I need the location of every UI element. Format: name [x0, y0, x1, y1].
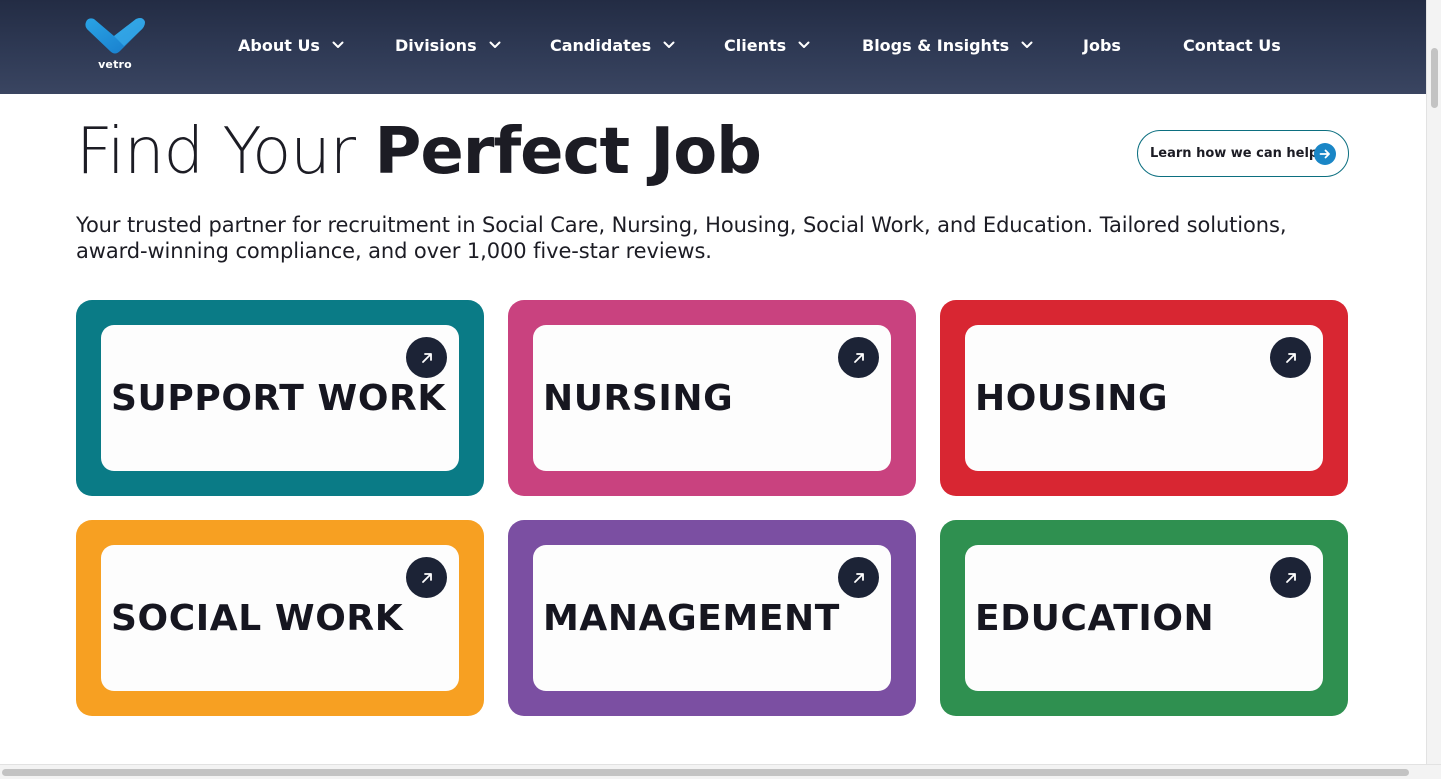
arrow-up-right-icon[interactable]: [1270, 557, 1311, 598]
card-title: HOUSING: [975, 378, 1169, 419]
nav-divisions[interactable]: Divisions: [395, 33, 501, 57]
page-title-light: Find Your: [76, 115, 375, 189]
category-card-social-work[interactable]: SOCIAL WORK: [76, 520, 484, 716]
category-card-education[interactable]: EDUCATION: [940, 520, 1348, 716]
page-title: Find Your Perfect Job: [76, 112, 762, 192]
page-title-bold: Perfect Job: [374, 115, 762, 189]
nav-label: Contact Us: [1183, 35, 1281, 55]
nav-contact-us[interactable]: Contact Us: [1183, 33, 1281, 57]
chevron-down-icon: [663, 41, 675, 49]
logo-text: vetro: [98, 58, 132, 71]
nav-blogs-insights[interactable]: Blogs & Insights: [862, 33, 1033, 57]
chevron-down-icon: [489, 41, 501, 49]
vertical-scrollbar-thumb[interactable]: [1431, 48, 1438, 108]
nav-label: Clients: [724, 35, 787, 55]
horizontal-scrollbar[interactable]: [0, 764, 1441, 779]
arrow-up-right-icon[interactable]: [838, 557, 879, 598]
card-inner: SUPPORT WORK: [101, 325, 459, 471]
card-title: SOCIAL WORK: [111, 598, 404, 639]
arrow-up-right-icon[interactable]: [838, 337, 879, 378]
card-title: EDUCATION: [975, 598, 1215, 639]
nav-label: Candidates: [550, 35, 652, 55]
nav-label: Divisions: [395, 35, 477, 55]
vetro-logo-icon: [85, 18, 145, 54]
nav-about-us[interactable]: About Us: [238, 33, 344, 57]
nav-label: Blogs & Insights: [862, 35, 1010, 55]
category-card-support-work[interactable]: SUPPORT WORK: [76, 300, 484, 496]
card-inner: NURSING: [533, 325, 891, 471]
arrow-right-icon: [1314, 143, 1336, 165]
chevron-down-icon: [332, 41, 344, 49]
card-inner: MANAGEMENT: [533, 545, 891, 691]
card-inner: SOCIAL WORK: [101, 545, 459, 691]
nav-label: About Us: [238, 35, 320, 55]
learn-how-we-can-help-button[interactable]: Learn how we can help: [1137, 130, 1349, 177]
chevron-down-icon: [1021, 41, 1033, 49]
arrow-up-right-icon[interactable]: [406, 337, 447, 378]
category-card-management[interactable]: MANAGEMENT: [508, 520, 916, 716]
card-inner: HOUSING: [965, 325, 1323, 471]
nav-jobs[interactable]: Jobs: [1083, 33, 1121, 57]
help-button-label: Learn how we can help: [1150, 146, 1319, 161]
site-header: vetro About Us Divisions Candidates Clie…: [0, 0, 1426, 94]
category-card-housing[interactable]: HOUSING: [940, 300, 1348, 496]
nav-label: Jobs: [1083, 35, 1121, 55]
card-title: NURSING: [543, 378, 734, 419]
card-inner: EDUCATION: [965, 545, 1323, 691]
card-title: MANAGEMENT: [543, 598, 840, 639]
horizontal-scrollbar-thumb[interactable]: [2, 769, 1409, 776]
arrow-up-right-icon[interactable]: [1270, 337, 1311, 378]
chevron-down-icon: [798, 41, 810, 49]
vetro-logo[interactable]: vetro: [84, 16, 146, 74]
category-card-nursing[interactable]: NURSING: [508, 300, 916, 496]
arrow-up-right-icon[interactable]: [406, 557, 447, 598]
nav-clients[interactable]: Clients: [724, 33, 810, 57]
vertical-scrollbar[interactable]: [1426, 0, 1441, 764]
hero-description: Your trusted partner for recruitment in …: [76, 213, 1287, 263]
nav-candidates[interactable]: Candidates: [550, 33, 675, 57]
card-title: SUPPORT WORK: [111, 378, 446, 419]
